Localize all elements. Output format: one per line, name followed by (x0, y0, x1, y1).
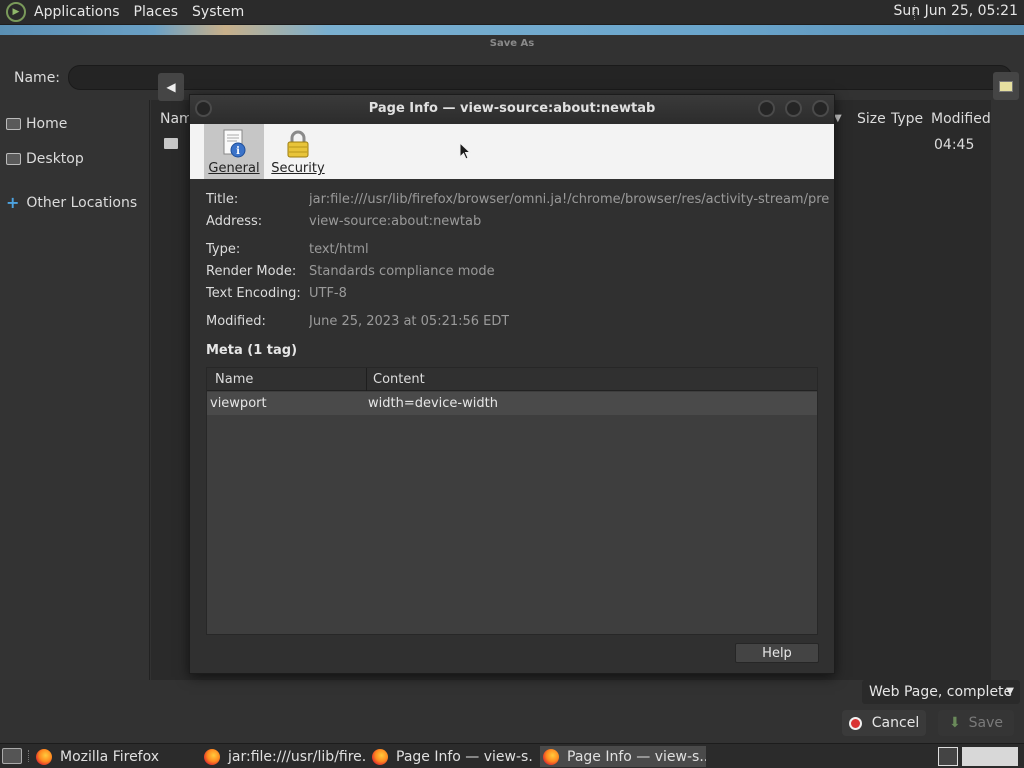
plus-icon: + (6, 193, 20, 212)
column-divider[interactable] (366, 368, 367, 391)
workspace-switcher[interactable] (938, 747, 958, 766)
meta-heading: Meta (1 tag) (206, 343, 298, 358)
task-label: jar:file:///usr/lib/fire... (228, 748, 366, 765)
column-header-name[interactable]: Nam (160, 111, 193, 127)
cancel-icon (848, 716, 862, 730)
sort-down-icon[interactable]: ▼ (834, 113, 842, 124)
top-panel: ▶ Applications Places System Sun Jun 25,… (0, 0, 1024, 25)
meta-table[interactable]: Name Content viewport width=device-width (206, 367, 818, 635)
column-header-size[interactable]: Size (857, 111, 886, 127)
text-encoding-value[interactable]: UTF-8 (309, 286, 347, 301)
file-type-select[interactable]: Web Page, complete ▼ (862, 680, 1020, 704)
taskbar-item-page-info[interactable]: Page Info — view-s... (372, 746, 534, 767)
page-info-toolbar: i General Security (190, 124, 834, 179)
render-mode-value[interactable]: Standards compliance mode (309, 264, 495, 279)
table-row[interactable]: viewport width=device-width (207, 392, 817, 415)
svg-text:i: i (236, 146, 240, 157)
name-label: Name: (14, 70, 61, 86)
distro-logo-icon[interactable]: ▶ (6, 2, 26, 22)
folder-icon (164, 138, 178, 149)
file-type-value: Web Page, complete (869, 684, 1013, 700)
tab-general[interactable]: i General (204, 124, 264, 179)
save-as-title: Save As (489, 38, 535, 49)
page-info-titlebar[interactable]: Page Info — view-source:about:newtab (190, 95, 834, 124)
cancel-button[interactable]: Cancel (842, 710, 926, 736)
place-label: Other Locations (26, 194, 138, 211)
column-header-name[interactable]: Name (215, 372, 253, 387)
menu-system[interactable]: System (192, 4, 244, 20)
firefox-icon (543, 748, 559, 765)
mouse-pointer-icon (459, 142, 471, 160)
render-mode-label: Render Mode: (206, 264, 297, 279)
page-info-title: Page Info — view-source:about:newtab (368, 101, 656, 116)
new-folder-button[interactable] (993, 72, 1019, 100)
save-button[interactable]: ⬇ Save (938, 710, 1014, 736)
path-back-button[interactable]: ◀ (158, 73, 184, 101)
taskbar-item-firefox[interactable]: Mozilla Firefox (36, 746, 196, 767)
page-info-icon: i (223, 129, 246, 158)
modified-value[interactable]: June 25, 2023 at 05:21:56 EDT (309, 314, 509, 329)
task-label: Page Info — view-s... (396, 748, 534, 765)
tab-security[interactable]: Security (268, 124, 328, 179)
column-header-modified[interactable]: Modified (931, 111, 991, 127)
folder-desktop-icon (6, 153, 21, 165)
show-desktop-icon[interactable] (2, 748, 22, 764)
title-label: Title: (206, 192, 239, 207)
place-home[interactable]: Home (6, 116, 67, 132)
place-desktop[interactable]: Desktop (6, 151, 84, 167)
column-header-type[interactable]: Type (891, 111, 923, 127)
help-button[interactable]: Help (735, 643, 819, 663)
place-label: Home (26, 116, 68, 132)
address-label: Address: (206, 214, 263, 229)
place-other-locations[interactable]: + Other Locations (6, 193, 137, 212)
task-label: Mozilla Firefox (60, 748, 160, 765)
address-value[interactable]: view-source:about:newtab (309, 214, 481, 229)
maximize-button[interactable] (785, 100, 802, 117)
menu-places[interactable]: Places (134, 4, 179, 20)
new-folder-icon (999, 80, 1013, 92)
folder-home-icon (6, 118, 21, 130)
cancel-label: Cancel (871, 715, 920, 731)
save-label: Save (968, 715, 1004, 731)
type-value[interactable]: text/html (309, 242, 369, 257)
meta-table-header: Name Content (207, 368, 817, 391)
filename-input[interactable] (68, 65, 1012, 90)
clock[interactable]: Sun Jun 25, 05:21 (894, 3, 1018, 19)
taskbar-separator (28, 750, 29, 762)
window-accent-strip (0, 25, 1024, 35)
download-icon: ⬇ (948, 715, 961, 731)
chevron-left-icon: ◀ (166, 80, 176, 94)
close-button[interactable] (812, 100, 829, 117)
modified-label: Modified: (206, 314, 266, 329)
firefox-icon (36, 748, 52, 765)
tab-label: Security (271, 161, 325, 176)
taskbar-item-page-info-active[interactable]: Page Info — view-s... (540, 746, 706, 767)
places-sidebar: Home Desktop + Other Locations (0, 100, 150, 680)
meta-name-cell: viewport (210, 396, 267, 411)
firefox-icon (204, 748, 220, 765)
taskbar: Mozilla Firefox jar:file:///usr/lib/fire… (0, 743, 1024, 768)
meta-content-cell: width=device-width (368, 396, 498, 411)
page-info-window: Page Info — view-source:about:newtab i G… (189, 94, 835, 674)
padlock-icon (287, 130, 309, 158)
tab-label: General (208, 161, 260, 176)
taskbar-item-jar[interactable]: jar:file:///usr/lib/fire... (204, 746, 366, 767)
column-header-content[interactable]: Content (373, 372, 425, 387)
title-value[interactable]: jar:file:///usr/lib/firefox/browser/omni… (309, 192, 829, 207)
type-label: Type: (206, 242, 241, 257)
text-encoding-label: Text Encoding: (206, 286, 301, 301)
minimize-button[interactable] (758, 100, 775, 117)
task-label: Page Info — view-s... (567, 748, 706, 765)
chevron-down-icon: ▼ (1006, 686, 1014, 697)
workspace-area[interactable] (962, 747, 1018, 766)
row-modified-value: 04:45 (934, 137, 975, 153)
menu-applications[interactable]: Applications (34, 4, 120, 20)
place-label: Desktop (26, 151, 84, 167)
firefox-icon (372, 748, 388, 765)
